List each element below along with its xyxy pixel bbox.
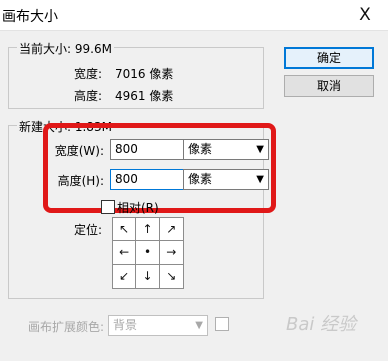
anchor-top[interactable]: ↑ [136,218,160,242]
title-bar: 画布大小 X [0,0,388,31]
current-width-value: 7016 像素 [115,67,174,81]
anchor-bottom[interactable]: ↓ [136,264,160,288]
relative-checkbox[interactable] [101,200,115,214]
close-icon[interactable]: X [351,1,379,29]
window-title: 画布大小 [2,9,58,25]
chevron-down-icon: ▼ [195,320,203,331]
red-highlight-box [43,123,276,213]
ok-button[interactable]: 确定 [284,47,374,69]
current-size-legend: 当前大小: 99.6M [17,40,114,57]
anchor-top-left[interactable]: ↖ [113,218,137,242]
anchor-right[interactable]: → [159,241,183,265]
cancel-button[interactable]: 取消 [284,75,374,97]
canvas-extension-select[interactable]: 背景 ▼ [108,315,208,336]
current-width-label: 宽度: [73,67,102,81]
canvas-extension-value: 背景 [113,318,138,332]
anchor-label: 定位: [74,223,103,237]
watermark: Bai 经验 [286,314,357,335]
anchor-bottom-right[interactable]: ↘ [160,265,183,288]
relative-label: 相对(R) [117,201,159,215]
current-height-value: 4961 像素 [115,89,174,103]
anchor-top-right[interactable]: ↗ [159,218,183,242]
anchor-left[interactable]: ← [113,241,137,265]
anchor-center[interactable]: • [136,241,160,265]
anchor-bottom-left[interactable]: ↙ [113,264,137,288]
current-height-label: 高度: [73,89,102,103]
extension-color-swatch[interactable] [215,317,229,331]
canvas-extension-label: 画布扩展颜色: [28,320,105,334]
anchor-grid[interactable]: ↖ ↑ ↗ ← • → ↙ ↓ ↘ [112,217,184,289]
